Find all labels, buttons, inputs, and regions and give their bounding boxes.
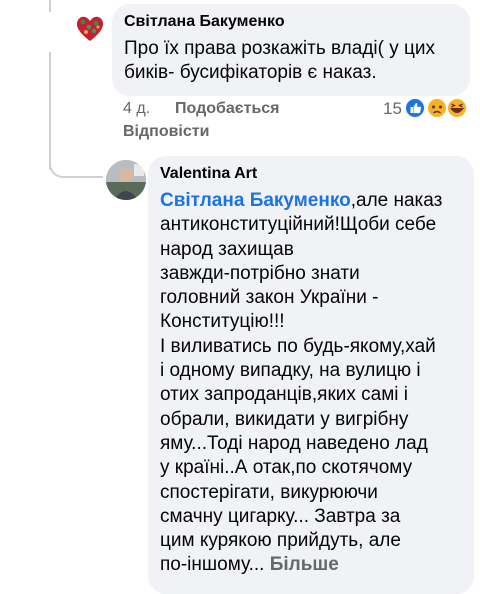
like-icon xyxy=(404,97,426,119)
haha-icon xyxy=(446,97,468,119)
mention-link[interactable]: Світлана Бакуменко xyxy=(160,190,351,211)
sad-icon xyxy=(426,97,448,119)
see-more-link[interactable]: Більше xyxy=(270,554,339,575)
reactions-summary[interactable] xyxy=(403,96,469,120)
reply-body: ,але наказ антиконституційний!Щоби себе … xyxy=(160,190,443,576)
heart-avatar-icon xyxy=(76,16,104,41)
comment-text: Про їх права розкажіть владі( у цих бикі… xyxy=(124,38,436,84)
avatar-svitlana[interactable] xyxy=(72,10,108,46)
reply-text: Світлана Бакуменко,але наказ антиконстит… xyxy=(160,189,462,578)
thread-line-top xyxy=(49,0,51,12)
photo-avatar-icon xyxy=(106,160,146,200)
thread-branch xyxy=(49,150,103,178)
reaction-count[interactable]: 15 xyxy=(383,99,402,119)
like-button[interactable]: Подобається xyxy=(175,100,280,118)
comment-author[interactable]: Світлана Бакуменко xyxy=(124,12,458,32)
reply-bubble: Valentina Art Світлана Бакуменко,але нак… xyxy=(148,156,474,594)
comment-bubble: Світлана Бакуменко Про їх права розкажіт… xyxy=(112,4,470,96)
reply-button[interactable]: Відповісти xyxy=(123,123,209,141)
avatar-valentina[interactable] xyxy=(106,160,146,200)
comment-time[interactable]: 4 д. xyxy=(123,100,150,118)
reply-author[interactable]: Valentina Art xyxy=(160,164,462,184)
